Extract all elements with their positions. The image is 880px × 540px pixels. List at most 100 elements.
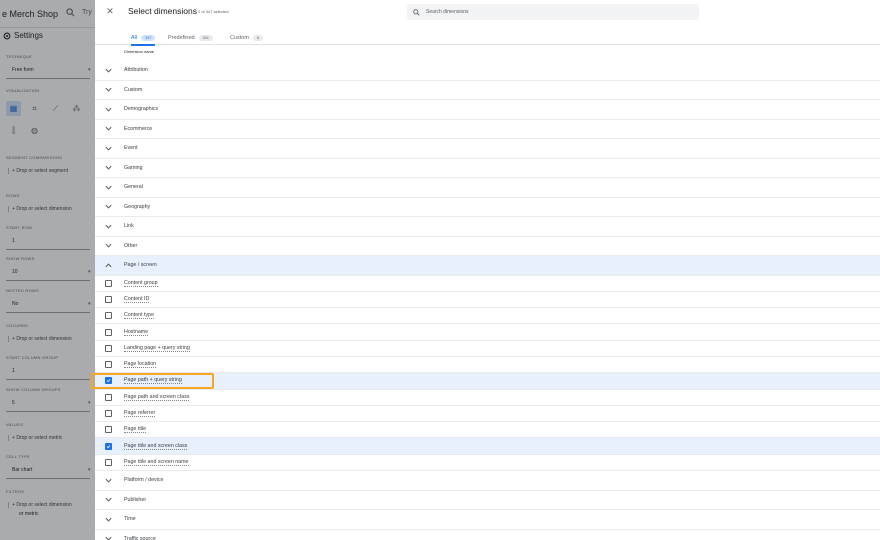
category-row-traffic-source[interactable]: Traffic source [95,530,880,540]
dimension-row-page-path-query-string[interactable]: Page path + query string [95,373,880,390]
drawer-title: Select dimensions [128,6,197,16]
select-dimensions-drawer: ✕ Select dimensions 2 of 347 selected Al… [95,0,880,540]
chevron-down-icon[interactable] [104,515,113,524]
category-row-page-screen[interactable]: Page / screen [95,256,880,276]
dimension-label: Page location [124,361,157,369]
tab-custom[interactable]: Custom 6 [230,31,264,45]
checkbox[interactable] [105,426,112,434]
dimension-row-page-location[interactable]: Page location [95,357,880,374]
dimension-label: Hostname [124,328,149,336]
category-label: Page / screen [124,262,157,269]
category-label: General [124,184,143,191]
dimension-label: Page path + query string [124,377,182,385]
dimension-row-page-title[interactable]: Page title [95,422,880,439]
checkbox[interactable] [105,377,112,385]
dimension-row-page-title-and-screen-name[interactable]: Page title and screen name [95,455,880,472]
category-label: Link [124,223,134,230]
checkbox[interactable] [105,295,112,303]
dimension-label: Page path and screen class [124,393,190,401]
column-header: Dimension name [124,49,155,54]
close-icon[interactable]: ✕ [105,6,115,16]
category-row-general[interactable]: General [95,178,880,198]
checkbox[interactable] [105,312,112,320]
dimension-label: Page title and screen class [124,442,188,450]
dimension-label: Content group [124,279,158,287]
dimension-label: Content ID [124,295,150,303]
tab-count: 341 [198,35,213,41]
tab-predefined[interactable]: Predefined 341 [168,31,213,45]
category-row-attribution[interactable]: Attribution [95,61,880,81]
checkbox[interactable] [105,361,112,369]
dimension-row-landing-page-query-string[interactable]: Landing page + query string [95,341,880,357]
chevron-down-icon[interactable] [104,163,113,172]
category-label: Event [124,145,138,152]
category-label: Other [124,242,138,249]
dimension-row-page-path-and-screen-class[interactable]: Page path and screen class [95,390,880,406]
chevron-down-icon[interactable] [104,241,113,250]
search-input[interactable] [426,9,666,15]
category-row-platform-device[interactable]: Platform / device [95,471,880,491]
dimension-tabs: All 347 Predefined 341 Custom 6 [95,28,880,46]
chevron-down-icon[interactable] [104,183,113,192]
selected-count: 2 of 347 selected [198,9,229,14]
checkbox[interactable] [105,442,112,450]
tab-count: 347 [141,35,156,41]
category-row-geography[interactable]: Geography [95,198,880,217]
category-row-demographics[interactable]: Demographics [95,100,880,120]
category-row-gaming[interactable]: Gaming [95,159,880,178]
category-row-other[interactable]: Other [95,237,880,256]
category-row-time[interactable]: Time [95,510,880,530]
chevron-down-icon[interactable] [104,495,113,504]
dimension-row-content-group[interactable]: Content group [95,276,880,292]
tab-all[interactable]: All 347 [131,31,156,46]
dimension-label: Page referrer [124,410,156,418]
dimension-row-page-referrer[interactable]: Page referrer [95,406,880,423]
tab-count: 6 [252,35,264,41]
category-label: Publisher [124,496,147,503]
checkbox[interactable] [105,458,112,466]
category-label: Ecommerce [124,125,153,132]
category-label: Traffic source [124,535,156,540]
category-label: Attribution [124,67,148,74]
chevron-down-icon[interactable] [104,66,113,75]
category-row-event[interactable]: Event [95,139,880,159]
category-label: Time [124,516,136,523]
category-label: Gaming [124,164,143,171]
tab-label: All [131,35,138,41]
search-box[interactable] [407,4,699,20]
dimension-row-page-title-and-screen-class[interactable]: Page title and screen class [95,438,880,455]
chevron-down-icon[interactable] [104,144,113,153]
chevron-down-icon[interactable] [104,85,113,94]
checkbox[interactable] [105,328,112,336]
tab-label: Custom [230,35,249,41]
checkbox[interactable] [105,344,112,352]
category-row-ecommerce[interactable]: Ecommerce [95,120,880,139]
category-label: Geography [124,203,151,210]
chevron-down-icon[interactable] [104,202,113,211]
dimension-row-content-type[interactable]: Content type [95,308,880,325]
chevron-down-icon[interactable] [104,534,113,540]
chevron-up-icon[interactable] [104,261,113,270]
checkbox[interactable] [105,393,112,401]
category-row-custom[interactable]: Custom [95,81,880,100]
tab-label: Predefined [168,35,195,41]
chevron-down-icon[interactable] [104,124,113,133]
dimension-label: Page title [124,426,147,434]
dimension-list: Attribution Custom Demographics Ecommerce Ev… [95,61,880,540]
checkbox[interactable] [105,410,112,418]
search-icon [413,8,420,16]
category-label: Custom [124,86,143,93]
category-label: Platform / device [124,477,164,484]
category-label: Demographics [124,106,159,113]
chevron-down-icon[interactable] [104,476,113,485]
dimension-label: Landing page + query string [124,344,190,352]
checkbox[interactable] [105,279,112,287]
chevron-down-icon[interactable] [104,105,113,114]
dimension-label: Page title and screen name [124,458,189,466]
category-row-publisher[interactable]: Publisher [95,491,880,511]
chevron-down-icon[interactable] [104,222,113,231]
dimension-row-content-id[interactable]: Content ID [95,292,880,309]
dimension-row-hostname[interactable]: Hostname [95,324,880,341]
dimension-label: Content type [124,312,155,320]
category-row-link[interactable]: Link [95,217,880,237]
